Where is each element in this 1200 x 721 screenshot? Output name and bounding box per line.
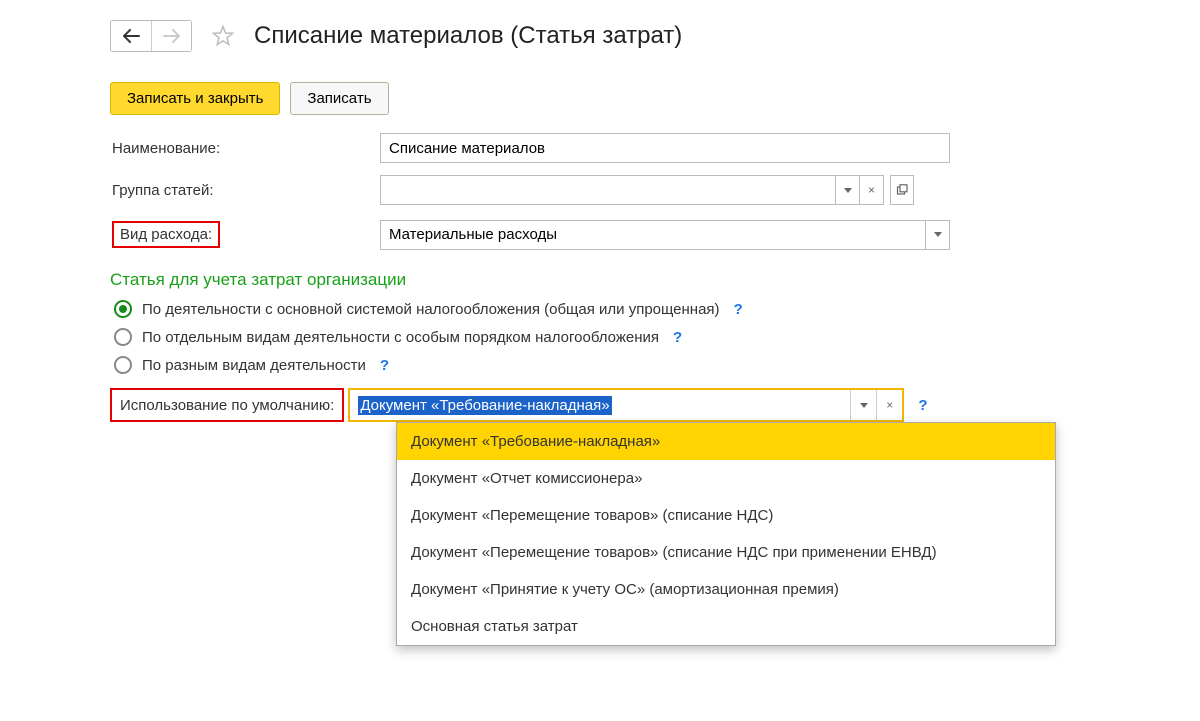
chevron-down-icon (844, 188, 852, 193)
expense-type-dropdown-button[interactable] (926, 220, 950, 250)
group-dropdown-button[interactable] (836, 175, 860, 205)
chevron-down-icon (934, 232, 942, 237)
header-row: Списание материалов (Статья затрат) (110, 20, 1200, 52)
dropdown-option[interactable]: Документ «Отчет комиссионера» (397, 460, 1055, 497)
chevron-down-icon (860, 403, 868, 408)
usage-clear-button[interactable]: × (876, 390, 902, 420)
row-group: Группа статей: × (110, 175, 1200, 205)
expense-type-input[interactable] (380, 220, 926, 250)
nav-buttons (110, 20, 192, 52)
save-button[interactable]: Записать (290, 82, 388, 115)
group-open-button[interactable] (890, 175, 914, 205)
group-input[interactable] (380, 175, 836, 205)
row-expense-type: Вид расхода: (110, 217, 1200, 252)
clear-x-icon: × (868, 183, 875, 197)
radio-option-1[interactable]: По отдельным видам деятельности с особым… (114, 328, 1200, 346)
nav-back-button[interactable] (111, 21, 151, 51)
favorite-star-icon[interactable] (210, 23, 236, 49)
dropdown-option[interactable]: Документ «Принятие к учету ОС» (амортиза… (397, 571, 1055, 608)
group-label: Группа статей: (110, 178, 378, 203)
radio-button-icon (114, 328, 132, 346)
radio-button-icon (114, 300, 132, 318)
radio-button-icon (114, 356, 132, 374)
name-label: Наименование: (110, 136, 378, 161)
radio-option-0[interactable]: По деятельности с основной системой нало… (114, 300, 1200, 318)
dropdown-option[interactable]: Основная статья затрат (397, 608, 1055, 645)
toolbar: Записать и закрыть Записать (110, 82, 1200, 115)
radio-label: По разным видам деятельности (142, 357, 366, 374)
radio-help-button[interactable]: ? (734, 301, 743, 318)
page-title: Списание материалов (Статья затрат) (254, 22, 682, 50)
usage-help-button[interactable]: ? (918, 397, 927, 414)
usage-field[interactable]: Документ «Требование-накладная» × (348, 388, 904, 422)
open-external-icon (896, 184, 908, 196)
usage-label: Использование по умолчанию: (110, 388, 344, 422)
dropdown-option[interactable]: Документ «Требование-накладная» (397, 423, 1055, 460)
usage-input[interactable]: Документ «Требование-накладная» (350, 390, 850, 420)
group-clear-button[interactable]: × (860, 175, 884, 205)
radio-help-button[interactable]: ? (673, 329, 682, 346)
radio-group: По деятельности с основной системой нало… (110, 300, 1200, 374)
radio-option-2[interactable]: По разным видам деятельности? (114, 356, 1200, 374)
dropdown-option[interactable]: Документ «Перемещение товаров» (списание… (397, 534, 1055, 571)
name-input[interactable] (380, 133, 950, 163)
radio-label: По отдельным видам деятельности с особым… (142, 329, 659, 346)
radio-label: По деятельности с основной системой нало… (142, 301, 720, 318)
save-and-close-button[interactable]: Записать и закрыть (110, 82, 280, 115)
nav-forward-button[interactable] (151, 21, 191, 51)
row-usage: Использование по умолчанию: Документ «Тр… (110, 388, 1200, 422)
arrow-right-icon (163, 29, 181, 43)
usage-dropdown-button[interactable] (850, 390, 876, 420)
dropdown-option[interactable]: Документ «Перемещение товаров» (списание… (397, 497, 1055, 534)
section-heading: Статья для учета затрат организации (110, 270, 1200, 290)
expense-type-label: Вид расхода: (112, 221, 220, 248)
arrow-left-icon (122, 29, 140, 43)
radio-help-button[interactable]: ? (380, 357, 389, 374)
usage-selected-text: Документ «Требование-накладная» (358, 396, 611, 415)
clear-x-icon: × (886, 398, 893, 412)
row-name: Наименование: (110, 133, 1200, 163)
usage-dropdown-list: Документ «Требование-накладная»Документ … (396, 422, 1056, 646)
